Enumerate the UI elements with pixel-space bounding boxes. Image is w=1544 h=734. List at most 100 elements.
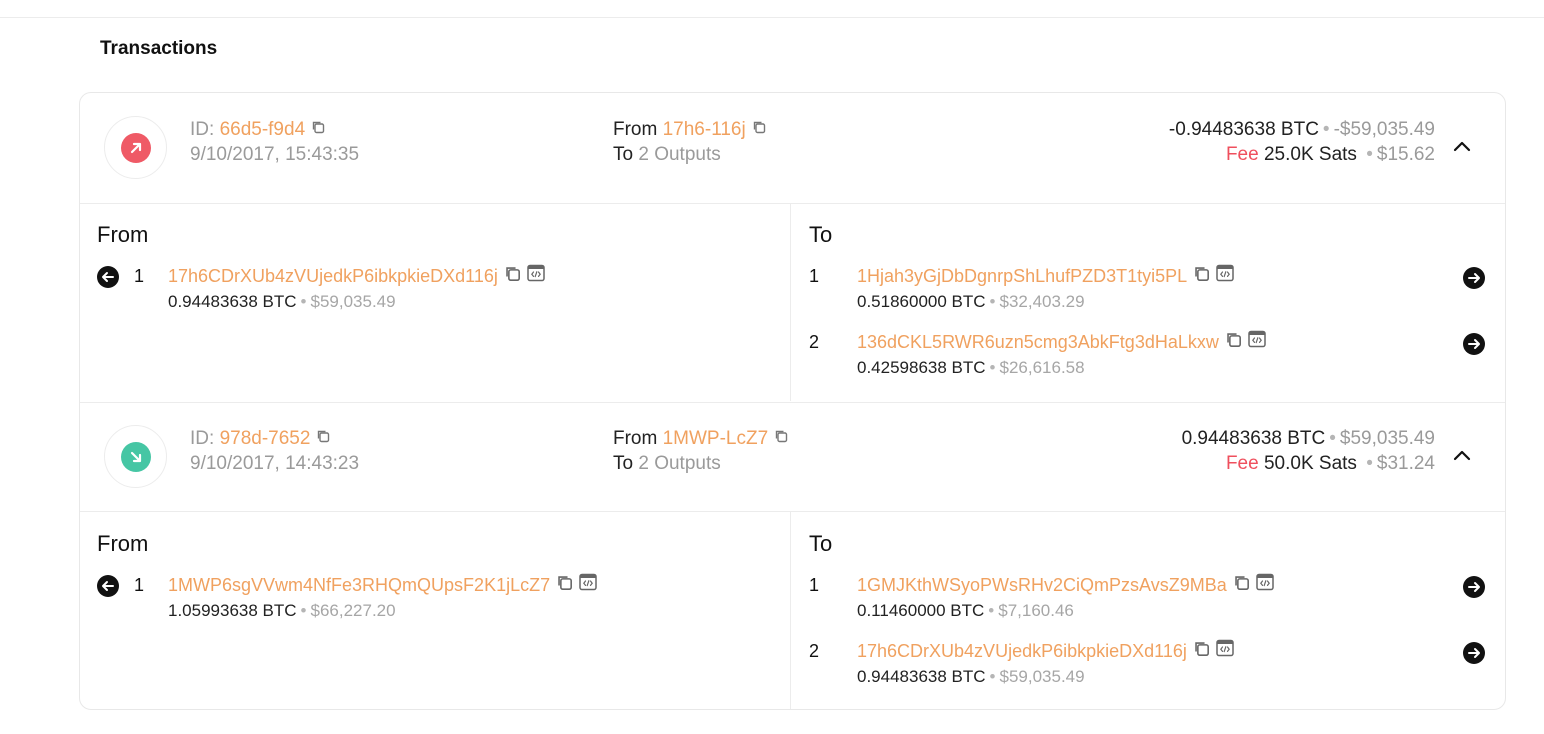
copy-icon[interactable] <box>504 264 521 288</box>
output-amount-usd: $32,403.29 <box>999 292 1085 311</box>
chevron-up-icon[interactable] <box>1451 445 1473 467</box>
output-index: 1 <box>809 575 820 595</box>
copy-icon[interactable] <box>311 116 325 141</box>
id-label: ID: <box>190 428 215 449</box>
transaction-id-link[interactable]: 978d-7652 <box>220 428 311 449</box>
input-amount-usd: $59,035.49 <box>310 292 396 311</box>
copy-icon[interactable] <box>316 425 330 450</box>
code-icon[interactable] <box>527 264 545 288</box>
output-address: 136dCKL5RWR6uzn5cmg3AbkFtg3dHaLkxw <box>857 330 1266 355</box>
amount-btc: -0.94483638 BTC <box>1168 119 1319 140</box>
transaction-details: From To 1 1MWP6sgVVwm4NfFe3RHQmQUpsF2K1j… <box>80 511 1505 709</box>
output-index: 2 <box>809 641 820 661</box>
copy-icon[interactable] <box>1233 573 1250 597</box>
transaction-details: From To 1 17h6CDrXUb4zVUjedkP6ibkpkieDXd… <box>80 203 1505 401</box>
output-amount-btc: 0.11460000 BTC <box>857 601 985 620</box>
input-address-link[interactable]: 1MWP6sgVVwm4NfFe3RHQmQUpsF2K1jLcZ7 <box>168 575 550 595</box>
output-amount-btc: 0.42598638 BTC <box>857 358 986 377</box>
fee-usd: $31.24 <box>1376 453 1435 474</box>
fee-usd: $15.62 <box>1376 144 1435 165</box>
fee-label: Fee <box>1225 453 1259 474</box>
copy-icon[interactable] <box>556 573 573 597</box>
output-amount-usd: $59,035.49 <box>999 667 1085 686</box>
code-icon[interactable] <box>1255 573 1274 597</box>
output-amount: 0.11460000 BTC • $7,160.46 <box>857 601 1074 620</box>
output-amount: 0.94483638 BTC • $59,035.49 <box>857 667 1085 686</box>
to-summary: To 2 Outputs <box>613 451 721 476</box>
code-icon[interactable] <box>579 573 597 597</box>
from-summary: From 1MWP-LcZ7 <box>613 426 788 451</box>
chevron-up-icon[interactable] <box>1451 136 1473 158</box>
output-amount-usd: $26,616.58 <box>999 358 1085 377</box>
from-address-link[interactable]: 17h6-116j <box>663 119 746 140</box>
direction-indicator <box>104 425 167 488</box>
code-icon[interactable] <box>1248 330 1266 354</box>
fee-label: Fee <box>1225 144 1259 165</box>
fee-sats: 50.0K Sats <box>1263 453 1357 474</box>
input-address-link[interactable]: 17h6CDrXUb4zVUjedkP6ibkpkieDXd116j <box>168 266 498 286</box>
amount-btc: 0.94483638 BTC <box>1181 428 1326 449</box>
transaction-header[interactable]: ID: 66d5-f9d4 9/10/2017, 15:43:35 From 1… <box>80 93 1505 203</box>
output-row: 2 136dCKL5RWR6uzn5cmg3AbkFtg3dHaLkxw 0.4… <box>791 330 1505 382</box>
code-icon[interactable] <box>1216 264 1234 288</box>
arrow-up-right-icon <box>121 133 151 163</box>
code-icon[interactable] <box>1216 639 1234 663</box>
arrow-right-icon[interactable] <box>1463 642 1485 664</box>
output-row: 1 1GMJKthWSyoPWsRHv2CiQmPzsAvsZ9MBa 0.11… <box>791 573 1505 625</box>
transaction-amount: 0.94483638 BTC • $59,035.49 <box>1181 428 1435 449</box>
output-address-link[interactable]: 1Hjah3yGjDbDgnrpShLhufPZD3T1tyi5PL <box>857 266 1187 286</box>
input-amount-usd: $66,227.20 <box>310 601 396 620</box>
copy-icon[interactable] <box>774 425 788 450</box>
arrow-left-icon[interactable] <box>97 575 119 597</box>
input-amount-btc: 1.05993638 BTC <box>168 601 297 620</box>
transaction-fee: Fee 50.0K Sats • $31.24 <box>1225 453 1435 474</box>
from-label: From <box>613 119 658 140</box>
output-address-link[interactable]: 17h6CDrXUb4zVUjedkP6ibkpkieDXd116j <box>857 641 1187 661</box>
output-amount-btc: 0.51860000 BTC <box>857 292 986 311</box>
input-address: 1MWP6sgVVwm4NfFe3RHQmQUpsF2K1jLcZ7 <box>168 573 597 598</box>
input-amount: 1.05993638 BTC • $66,227.20 <box>168 601 396 620</box>
input-row: 1 1MWP6sgVVwm4NfFe3RHQmQUpsF2K1jLcZ7 1.0… <box>80 573 790 625</box>
top-divider <box>0 17 1544 18</box>
output-row: 2 17h6CDrXUb4zVUjedkP6ibkpkieDXd116j 0.9… <box>791 639 1505 691</box>
to-label: To <box>613 453 634 474</box>
from-summary: From 17h6-116j <box>613 117 766 142</box>
arrow-left-icon[interactable] <box>97 266 119 288</box>
output-index: 1 <box>809 266 820 286</box>
input-amount-btc: 0.94483638 BTC <box>168 292 297 311</box>
transaction-timestamp: 9/10/2017, 15:43:35 <box>190 144 360 165</box>
arrow-down-right-icon <box>121 442 151 472</box>
inputs-title: From <box>97 531 149 556</box>
input-index: 1 <box>134 266 145 286</box>
output-address-link[interactable]: 1GMJKthWSyoPWsRHv2CiQmPzsAvsZ9MBa <box>857 575 1227 595</box>
page-title: Transactions <box>100 38 218 59</box>
to-summary: To 2 Outputs <box>613 142 721 167</box>
copy-icon[interactable] <box>752 116 766 141</box>
arrow-right-icon[interactable] <box>1463 267 1485 289</box>
outputs-title: To <box>809 222 833 247</box>
amount-usd: $59,035.49 <box>1339 428 1435 449</box>
arrow-right-icon[interactable] <box>1463 576 1485 598</box>
transaction-header[interactable]: ID: 978d-7652 9/10/2017, 14:43:23 From 1… <box>80 402 1505 512</box>
copy-icon[interactable] <box>1193 264 1210 288</box>
output-amount: 0.42598638 BTC • $26,616.58 <box>857 358 1085 377</box>
amount-usd: -$59,035.49 <box>1333 119 1435 140</box>
output-amount-btc: 0.94483638 BTC <box>857 667 986 686</box>
outputs-count: 2 Outputs <box>638 453 721 474</box>
from-label: From <box>613 428 658 449</box>
transaction-id: ID: 66d5-f9d4 <box>190 117 325 142</box>
id-label: ID: <box>190 119 215 140</box>
to-label: To <box>613 144 634 165</box>
arrow-right-icon[interactable] <box>1463 333 1485 355</box>
transaction-timestamp: 9/10/2017, 14:43:23 <box>190 453 360 474</box>
transaction-id-link[interactable]: 66d5-f9d4 <box>220 119 306 140</box>
copy-icon[interactable] <box>1193 639 1210 663</box>
copy-icon[interactable] <box>1225 330 1242 354</box>
output-amount: 0.51860000 BTC • $32,403.29 <box>857 292 1085 311</box>
transaction-fee: Fee 25.0K Sats • $15.62 <box>1225 144 1435 165</box>
output-address-link[interactable]: 136dCKL5RWR6uzn5cmg3AbkFtg3dHaLkxw <box>857 332 1219 352</box>
output-index: 2 <box>809 332 820 352</box>
transactions-card: ID: 66d5-f9d4 9/10/2017, 15:43:35 From 1… <box>79 92 1506 710</box>
from-address-link[interactable]: 1MWP-LcZ7 <box>663 428 769 449</box>
fee-sats: 25.0K Sats <box>1263 144 1357 165</box>
